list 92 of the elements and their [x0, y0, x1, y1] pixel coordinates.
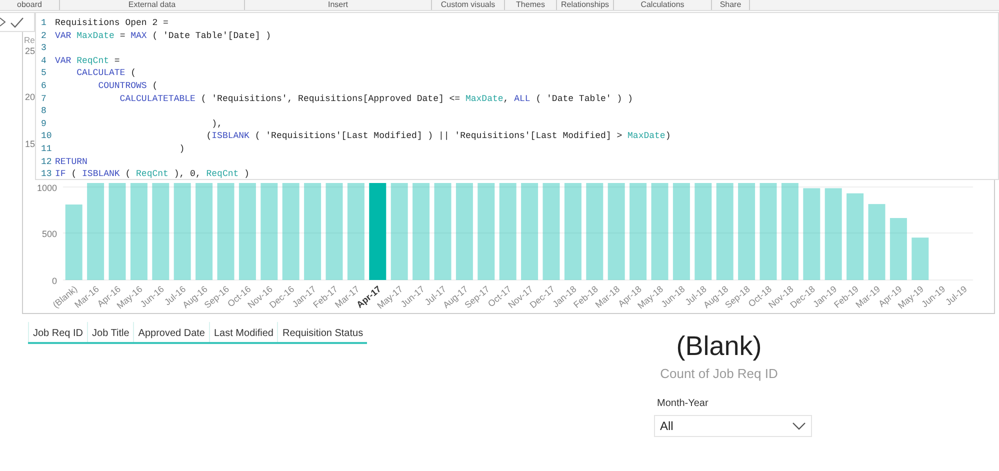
line-number: 6	[41, 80, 48, 93]
line-number: 8	[41, 105, 48, 118]
ribbon-group-label: oboard	[0, 0, 60, 10]
card-label: Count of Job Req ID	[660, 365, 778, 383]
line-number: 5	[41, 67, 48, 80]
ribbon-group-label: Calculations	[614, 0, 712, 10]
bar[interactable]	[87, 183, 104, 280]
bar[interactable]	[542, 183, 560, 280]
code-line: RETURN	[55, 156, 88, 168]
column-header[interactable]: Job Title	[87, 322, 134, 342]
column-header[interactable]: Last Modified	[209, 322, 278, 342]
line-number: 13	[41, 168, 53, 181]
line-number: 9	[41, 118, 48, 130]
column-header[interactable]: Requisition Status	[277, 322, 368, 342]
bar[interactable]	[803, 188, 820, 280]
bar[interactable]	[738, 183, 756, 280]
bar[interactable]	[651, 183, 668, 280]
bar[interactable]	[434, 183, 452, 280]
bar[interactable]	[217, 183, 234, 280]
bar[interactable]	[824, 188, 842, 280]
bar[interactable]	[912, 238, 929, 280]
bar[interactable]	[238, 183, 256, 280]
bar[interactable]	[174, 183, 191, 280]
ribbon-group-label: External data	[60, 0, 245, 10]
ribbon-group-label: Custom visuals	[432, 0, 505, 10]
bar[interactable]	[412, 183, 430, 280]
bar[interactable]	[608, 183, 625, 280]
bar[interactable]	[390, 183, 408, 280]
column-header[interactable]: Approved Date	[133, 322, 209, 342]
bar[interactable]	[304, 183, 322, 280]
column-header[interactable]: Job Req ID	[28, 322, 88, 342]
bar[interactable]	[630, 183, 647, 280]
bar[interactable]	[65, 204, 82, 280]
bar[interactable]	[152, 183, 170, 280]
code-line: (ISBLANK ( 'Requisitions'[Last Modified] ) || 'Requisitions'[Last Modified] > MaxDate)	[205, 130, 671, 143]
y-axis-label: 1000	[36, 183, 57, 193]
y-axis-label: 500	[42, 229, 57, 239]
bar[interactable]	[130, 183, 148, 280]
bar[interactable]	[326, 183, 343, 280]
ribbon-group-label: Themes	[505, 0, 557, 10]
line-number: 1	[41, 17, 48, 30]
highlighted-bar[interactable]	[369, 183, 386, 280]
bar[interactable]	[499, 183, 516, 280]
line-number: 10	[41, 130, 53, 143]
bar[interactable]	[586, 183, 604, 280]
bar[interactable]	[868, 204, 886, 280]
code-line: ),	[210, 118, 222, 130]
chart-title: Re	[24, 35, 35, 45]
y-axis-label: 20	[25, 92, 36, 102]
bar[interactable]	[716, 183, 734, 280]
code-line: Requisitions Open 2 =	[55, 17, 168, 30]
code-line: CALCULATE (	[76, 67, 136, 80]
bar[interactable]	[478, 183, 495, 280]
line-number: 3	[41, 42, 48, 55]
y-axis-label: 25	[25, 46, 36, 56]
month-year-dropdown[interactable]: All	[654, 414, 812, 436]
bar[interactable]	[196, 183, 213, 280]
ribbon-group-label: Insert	[245, 0, 432, 10]
slicer-title: Month-Year	[657, 396, 708, 410]
line-number: 12	[41, 156, 53, 168]
ribbon-group-label: Share	[712, 0, 750, 10]
code-line: IF ( ISBLANK ( ReqCnt ), 0, ReqCnt )	[55, 168, 250, 181]
bar[interactable]	[846, 193, 864, 280]
card-value: (Blank)	[676, 330, 762, 362]
bar[interactable]	[282, 183, 300, 280]
chevron-down-icon	[792, 422, 806, 430]
bar[interactable]	[694, 183, 712, 280]
code-line: COUNTROWS (	[97, 80, 158, 93]
code-line: )	[178, 142, 185, 156]
line-number: 2	[41, 30, 48, 42]
line-number: 11	[41, 142, 53, 156]
code-line: VAR MaxDate = MAX ( 'Date Table'[Date] )	[55, 30, 272, 42]
bar[interactable]	[564, 183, 582, 280]
bar[interactable]	[672, 183, 690, 280]
check-icon[interactable]	[10, 16, 24, 28]
code-line: VAR ReqCnt =	[55, 54, 120, 68]
y-axis-label: 0	[52, 276, 57, 286]
bar[interactable]	[760, 183, 777, 280]
y-axis-label: 15	[25, 139, 36, 149]
line-number: 7	[41, 92, 48, 106]
code-line: CALCULATETABLE ( 'Requisitions', Requisitions[Approved Date] <= MaxDate, ALL ( 'Date Table' ) )	[118, 92, 633, 106]
bar[interactable]	[781, 183, 798, 280]
bar[interactable]	[521, 183, 538, 280]
bar[interactable]	[260, 183, 278, 280]
ribbon-group-label: Relationships	[557, 0, 614, 10]
bar[interactable]	[456, 183, 473, 280]
formula-editor[interactable]	[35, 12, 999, 180]
bar[interactable]	[347, 183, 364, 280]
bar[interactable]	[890, 218, 907, 280]
close-icon[interactable]	[0, 17, 6, 27]
line-number: 4	[41, 54, 48, 68]
bar[interactable]	[108, 183, 126, 280]
